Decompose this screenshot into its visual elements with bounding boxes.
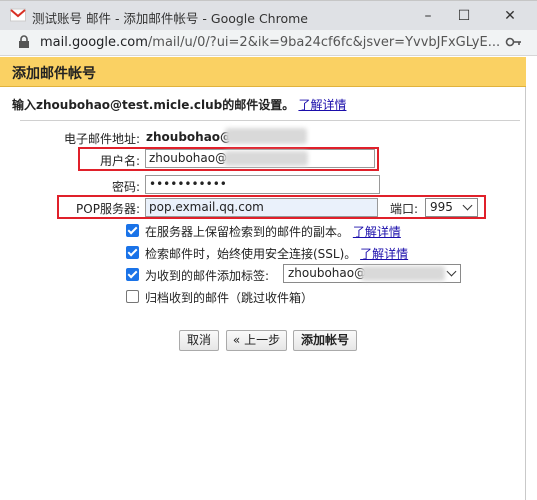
cancel-button[interactable]: 取消 (179, 330, 219, 351)
ssl-checkbox[interactable] (126, 246, 139, 259)
password-value: ••••••••••• (149, 177, 227, 191)
archive-label: 归档收到的邮件（跳过收件箱） (145, 291, 314, 305)
ssl-option: 检索邮件时，始终使用安全连接(SSL)。 了解详情 (145, 245, 408, 262)
chevron-down-icon (446, 266, 457, 277)
password-field[interactable]: ••••••••••• (145, 175, 380, 194)
keep-copy-label: 在服务器上保留检索到的邮件的副本。 (145, 225, 350, 239)
archive-checkbox[interactable] (126, 290, 139, 303)
keep-copy-checkbox[interactable] (126, 224, 139, 237)
label-checkbox[interactable] (126, 268, 139, 281)
url-text[interactable]: mail.google.com/mail/u/0/?ui=2&ik=9ba24c… (40, 35, 500, 50)
username-value: zhoubohao@ (149, 151, 228, 165)
back-button[interactable]: « 上一步 (226, 330, 287, 351)
add-account-button[interactable]: 添加帐号 (293, 330, 357, 351)
redacted-label (361, 266, 445, 281)
username-label: 用户名: (99, 154, 140, 168)
ssl-learn-more-link[interactable]: 了解详情 (360, 247, 408, 261)
password-label: 密码: (111, 180, 140, 194)
lock-icon (19, 35, 29, 48)
minimize-button[interactable]: – (416, 5, 440, 27)
redacted-username (224, 151, 308, 166)
pop-server-field[interactable]: pop.exmail.qq.com (145, 198, 378, 217)
port-label: 端口: (389, 202, 418, 216)
chevron-down-icon (462, 200, 473, 211)
window-title: 测试账号 邮件 - 添加邮件帐号 - Google Chrome (32, 11, 308, 26)
instructions: 输入zhoubohao@test.micle.club的邮件设置。 了解详情 (12, 96, 346, 113)
keep-copy-option: 在服务器上保留检索到的邮件的副本。 了解详情 (145, 223, 401, 240)
keep-copy-learn-more-link[interactable]: 了解详情 (353, 225, 401, 239)
pop-server-label: POP服务器: (76, 202, 140, 216)
dialog-title: 添加邮件帐号 (12, 66, 96, 82)
pop-server-value: pop.exmail.qq.com (149, 200, 264, 214)
label-option: 为收到的邮件添加标签: (145, 269, 270, 283)
gmail-icon (10, 8, 26, 22)
email-label: 电子邮件地址: (63, 132, 140, 146)
email-value: zhoubohao@ (146, 130, 233, 144)
key-icon[interactable] (505, 34, 523, 50)
close-button[interactable]: ✕ (498, 5, 522, 27)
maximize-button[interactable]: ☐ (452, 5, 476, 27)
url-host: mail.google.com (40, 35, 148, 50)
instructions-text: 输入zhoubohao@test.micle.club的邮件设置。 (12, 98, 295, 112)
address-bar[interactable]: mail.google.com/mail/u/0/?ui=2&ik=9ba24c… (0, 30, 537, 56)
ssl-label: 检索邮件时，始终使用安全连接(SSL)。 (145, 247, 357, 261)
learn-more-link[interactable]: 了解详情 (298, 98, 346, 112)
dialog-header: 添加邮件帐号 (0, 57, 526, 87)
port-select[interactable]: 995 (425, 198, 478, 217)
label-select-value: zhoubohao@ (288, 266, 367, 280)
port-value: 995 (430, 200, 453, 214)
url-path: /mail/u/0/?ui=2&ik=9ba24cf6fc&jsver=Yvvb… (147, 35, 501, 50)
redacted-email (225, 128, 307, 144)
browser-title-bar: 测试账号 邮件 - 添加邮件帐号 - Google Chrome – ☐ ✕ (0, 0, 537, 30)
